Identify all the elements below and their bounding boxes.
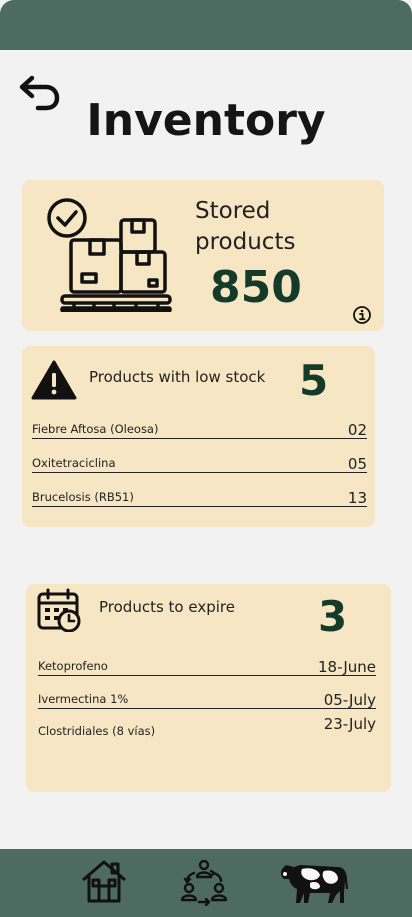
- info-icon[interactable]: [352, 305, 372, 325]
- item-qty: 13: [347, 489, 367, 507]
- cow-icon: [280, 865, 348, 903]
- list-item[interactable]: Ivermectina 1% 05-July: [38, 691, 376, 709]
- stored-products-label: Stored products: [195, 198, 296, 255]
- list-item[interactable]: Fiebre Aftosa (Oleosa) 02: [32, 421, 367, 439]
- item-date: 05-July: [323, 691, 376, 709]
- list-item[interactable]: Ketoprofeno 18-June: [38, 658, 376, 676]
- item-date: 18-June: [317, 658, 376, 676]
- warehouse-boxes-icon: [47, 198, 172, 312]
- low-stock-card[interactable]: Products with low stock 5 Fiebre Aftosa …: [22, 346, 375, 527]
- nav-cow-button[interactable]: [280, 859, 352, 905]
- expire-label: Products to expire: [99, 598, 235, 616]
- bottom-nav: [0, 849, 412, 917]
- expire-card[interactable]: Products to expire 3 Ketoprofeno 18-June…: [26, 584, 391, 792]
- item-qty: 05: [347, 455, 367, 473]
- expire-count: 3: [318, 592, 348, 641]
- item-name: Clostridiales (8 vías): [38, 724, 156, 738]
- list-item[interactable]: Brucelosis (RB51) 13: [32, 489, 367, 507]
- stored-products-card: Stored products 850: [22, 180, 384, 331]
- item-name: Oxitetraciclina: [32, 456, 116, 470]
- warning-icon: [31, 360, 77, 400]
- item-name: Brucelosis (RB51): [32, 490, 134, 504]
- home-icon: [82, 860, 126, 903]
- item-name: Fiebre Aftosa (Oleosa): [32, 422, 159, 436]
- calendar-clock-icon: [37, 588, 81, 632]
- nav-exchange-button[interactable]: [180, 858, 228, 907]
- item-date: 23-July: [323, 715, 376, 733]
- list-item[interactable]: Oxitetraciclina 05: [32, 455, 367, 473]
- people-exchange-icon: [180, 859, 228, 907]
- list-item[interactable]: Clostridiales (8 vías) 23-July: [38, 716, 376, 738]
- stored-products-value: 850: [210, 262, 302, 313]
- low-stock-count: 5: [299, 356, 329, 405]
- item-qty: 02: [347, 421, 367, 439]
- low-stock-label: Products with low stock: [89, 368, 266, 386]
- page-title: Inventory: [86, 95, 326, 146]
- nav-home-button[interactable]: [80, 858, 128, 904]
- top-bar: [0, 0, 412, 50]
- item-name: Ketoprofeno: [38, 659, 108, 673]
- item-name: Ivermectina 1%: [38, 692, 129, 706]
